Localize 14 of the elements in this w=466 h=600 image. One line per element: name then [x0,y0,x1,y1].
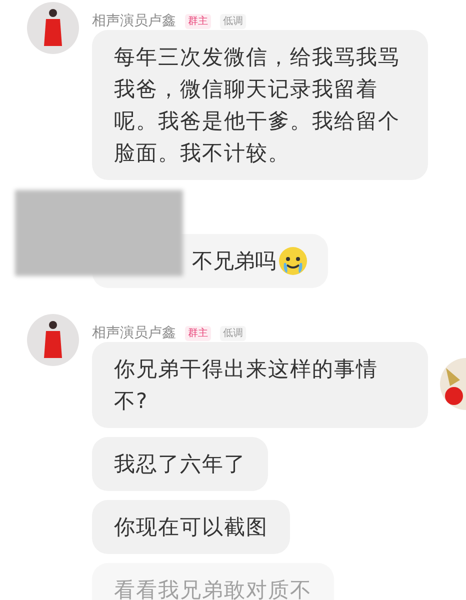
avatar [27,2,79,54]
message-bubble: 你兄弟干得出来这样的事情不? [92,342,428,428]
role-tag: 群主 [185,14,211,29]
message-bubble: 看看我兄弟敢对质不 [92,563,334,600]
avatar [27,314,79,366]
message-bubble: 你现在可以截图 [92,500,290,554]
role-tag: 群主 [185,326,211,341]
crying-smile-emoji-icon [278,246,308,276]
message-bubble: 每年三次发微信，给我骂我骂我爸，微信聊天记录我留着呢。我爸是他干爹。我给留个脸面。我不计较。 [92,30,428,180]
role-tag: 低调 [220,14,246,29]
sender-name: 相声演员卢鑫 [92,12,176,31]
role-tag: 低调 [220,326,246,341]
message-bubble: 我忍了六年了 [92,437,268,491]
sender-name: 相声演员卢鑫 [92,324,176,343]
